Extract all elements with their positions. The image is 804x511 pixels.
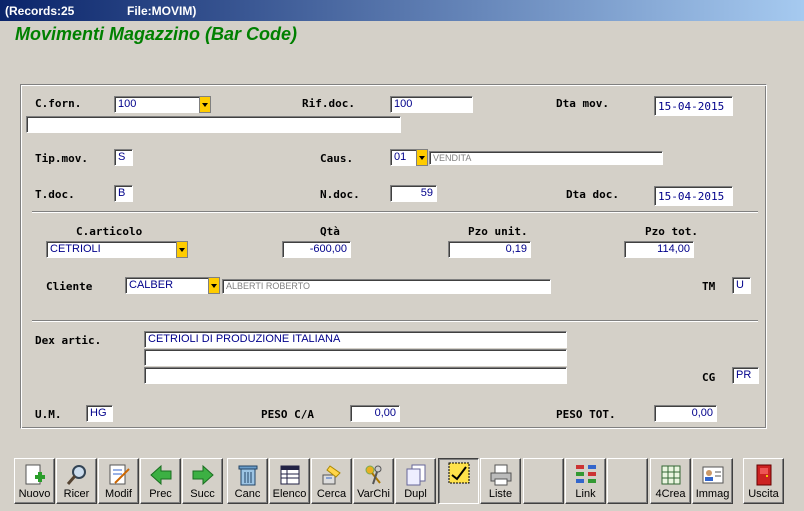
ricer-button[interactable]: Ricer [56,458,97,504]
peso-ca-field[interactable]: 0,00 [350,405,400,422]
c-forn-field[interactable]: 100 [114,96,200,113]
magnifier-icon [66,465,86,485]
printer-icon [490,464,512,486]
link-button[interactable]: Link [565,458,606,504]
tm-field[interactable]: U [732,277,751,294]
separator [32,211,758,213]
peso-tot-field[interactable]: 0,00 [654,405,717,422]
succ-button[interactable]: Succ [182,458,223,504]
tm-label: TM [702,280,716,293]
dex-line-3-field[interactable] [144,367,567,384]
t-doc-label: T.doc. [35,188,75,201]
cliente-dropdown-icon[interactable] [208,277,220,294]
caus-code-field[interactable]: 01 [390,149,417,166]
um-field[interactable]: HG [86,405,113,422]
crea4-button[interactable]: 4Crea [650,458,691,504]
liste-button[interactable]: Liste [480,458,521,504]
c-articolo-label: C.articolo [76,225,143,238]
cg-field[interactable]: PR [732,367,759,384]
immag-button[interactable]: Immag [692,458,733,504]
cliente-code-field[interactable]: CALBER [125,277,209,294]
supplier-name-field[interactable] [26,116,401,133]
um-label: U.M. [35,408,62,421]
c-forn-dropdown-icon[interactable] [199,96,211,113]
cerca-button[interactable]: Cerca [311,458,352,504]
dex-line-1-field[interactable]: CETRIOLI DI PRODUZIONE ITALIANA [144,331,567,348]
id-card-icon [702,466,724,484]
elenco-button[interactable]: Elenco [269,458,310,504]
keys-icon [365,465,382,485]
search-flashlight-icon [322,465,341,485]
caus-label: Caus. [320,152,354,165]
duplicate-icon [406,464,426,486]
pzo-tot-label: Pzo tot. [645,225,698,238]
create-grid-icon [661,465,681,485]
c-articolo-dropdown-icon[interactable] [176,241,188,258]
pzo-unit-label: Pzo unit. [468,225,528,238]
t-doc-field[interactable]: B [114,185,133,202]
new-document-icon [25,464,45,485]
edit-document-icon [109,464,130,485]
window-titlebar: (Records:25 File:MOVIM) [0,0,804,21]
caus-dropdown-icon[interactable] [416,149,428,166]
nuovo-button[interactable]: Nuovo [14,458,55,504]
arrow-right-icon [192,464,214,486]
peso-ca-label: PESO C/A [261,408,314,421]
arrow-left-icon [150,464,172,486]
pzo-tot-field[interactable]: 114,00 [624,241,694,258]
separator [32,320,758,322]
qta-field[interactable]: -600,00 [282,241,351,258]
file-name: File:MOVIM) [127,4,197,18]
empty-button[interactable] [523,458,564,504]
peso-tot-label: PESO TOT. [556,408,616,421]
dex-line-2-field[interactable] [144,349,567,366]
dta-mov-label: Dta mov. [556,97,609,110]
page-title: Movimenti Magazzino (Bar Code) [15,24,298,44]
toolbar: Nuovo Ricer Modif Prec Succ Canc Elenco … [14,458,800,506]
cliente-label: Cliente [46,280,93,293]
dex-artic-label: Dex artic. [35,334,102,347]
exit-door-icon [756,464,772,486]
cliente-name-field: ALBERTI ROBERTO [222,279,551,294]
n-doc-field[interactable]: 59 [390,185,437,202]
varchi-button[interactable]: VarChi [353,458,394,504]
network-link-icon [576,465,596,483]
modif-button[interactable]: Modif [98,458,139,504]
empty-button[interactable] [607,458,648,504]
records-count: (Records:25 [5,4,75,18]
checkmark-toggle-icon [448,462,470,484]
rif-doc-field[interactable]: 100 [390,96,473,113]
dupl-button[interactable]: Dupl [395,458,436,504]
qta-label: Qtà [320,225,340,238]
dta-doc-label: Dta doc. [566,188,619,201]
rif-doc-label: Rif.doc. [302,97,355,110]
n-doc-label: N.doc. [320,188,360,201]
dta-mov-field[interactable]: 15-04-2015 [654,96,733,116]
caus-desc-field: VENDITA [429,151,663,165]
toggle-check-button[interactable] [438,458,479,504]
pzo-unit-field[interactable]: 0,19 [448,241,531,258]
tip-mov-label: Tip.mov. [35,152,88,165]
prec-button[interactable]: Prec [140,458,181,504]
dta-doc-field[interactable]: 15-04-2015 [654,186,733,206]
c-articolo-field[interactable]: CETRIOLI [46,241,177,258]
cg-label: CG [702,371,716,384]
c-forn-label: C.forn. [35,97,82,110]
tip-mov-field[interactable]: S [114,149,133,166]
uscita-button[interactable]: Uscita [743,458,784,504]
list-table-icon [280,465,300,485]
canc-button[interactable]: Canc [227,458,268,504]
trash-icon [238,465,258,486]
